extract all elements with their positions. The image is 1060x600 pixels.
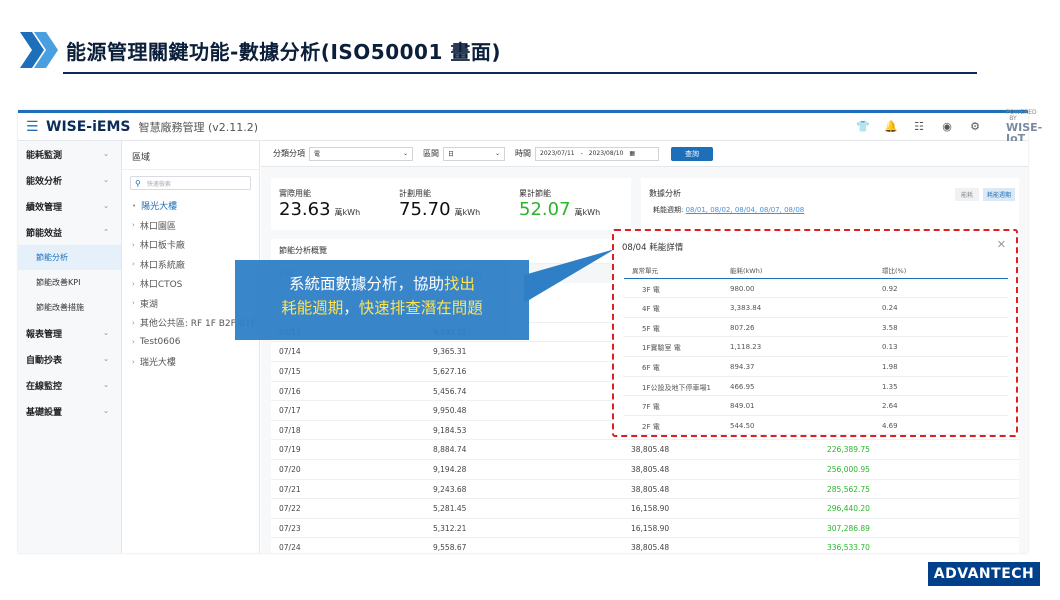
popup-cell: 807.26 <box>730 323 755 332</box>
advantech-logo: ADVANTECH <box>928 562 1040 586</box>
callout-text: 系統面數據分析，協助找出 耗能週期，快速排查潛在問題 <box>281 275 483 317</box>
popup-row[interactable]: 5F 電 807.26 3.58 <box>624 318 1008 338</box>
popup-cell: 4.69 <box>882 421 898 430</box>
popup-cell: 980.00 <box>730 284 755 293</box>
popup-row[interactable]: 3F 電 980.00 0.92 <box>624 279 1008 299</box>
popup-row[interactable]: 2F 電 544.50 4.69 <box>624 416 1008 436</box>
popup-cell: 7F 電 <box>642 403 660 412</box>
popup-cell: 849.01 <box>730 402 755 411</box>
popup-header-cell: 異常單元 <box>632 267 658 275</box>
popup-cell: 466.95 <box>730 382 755 391</box>
popup-cell: 3F 電 <box>642 285 660 294</box>
popup-cell: 1F實驗室 電 <box>642 344 681 353</box>
popup-cell: 3.58 <box>882 323 898 332</box>
popup-cell: 1.98 <box>882 363 898 371</box>
popup-cell: 2F 電 <box>642 422 660 431</box>
slide: 能源管理關鍵功能-數據分析(ISO50001 畫面) ☰ WISE-iEMS 智… <box>0 0 1060 600</box>
popup-cell: 3,383.84 <box>730 304 762 313</box>
popup-row[interactable]: 1F公設及地下停車場1 466.95 1.35 <box>624 377 1008 397</box>
popup-row[interactable]: 1F實驗室 電 1,118.23 0.13 <box>624 337 1008 357</box>
popup-cell: 0.24 <box>882 304 898 313</box>
popup-cell: 2.64 <box>882 402 898 411</box>
popup-cell: 0.13 <box>882 343 898 352</box>
popup-cell: 0.92 <box>882 284 898 293</box>
popup-cell: 6F 電 <box>642 364 660 372</box>
popup-header-cell: 能耗(kWh) <box>730 267 763 275</box>
detail-popup: 08/04 耗能詳情 ✕ 異常單元 能耗(kWh) 環比(%) 3F 電 980.00 0… <box>612 229 1018 437</box>
close-icon[interactable]: ✕ <box>997 238 1006 251</box>
callout-box: 系統面數據分析，協助找出 耗能週期，快速排查潛在問題 <box>235 260 529 340</box>
popup-cell: 544.50 <box>730 421 755 430</box>
popup-cell: 894.37 <box>730 363 755 371</box>
popup-header-row: 異常單元 能耗(kWh) 環比(%) <box>624 259 1008 279</box>
popup-header-cell: 環比(%) <box>882 267 907 275</box>
popup-row[interactable]: 7F 電 849.01 2.64 <box>624 396 1008 416</box>
popup-cell: 1,118.23 <box>730 343 762 352</box>
popup-title: 08/04 耗能詳情 <box>622 243 684 253</box>
popup-row[interactable]: 6F 電 894.37 1.98 <box>624 357 1008 377</box>
popup-row[interactable]: 4F 電 3,383.84 0.24 <box>624 298 1008 318</box>
popup-cell: 1.35 <box>882 382 898 391</box>
popup-cell: 5F 電 <box>642 324 660 333</box>
popup-cell: 1F公設及地下停車場1 <box>642 383 711 392</box>
popup-cell: 4F 電 <box>642 305 660 314</box>
